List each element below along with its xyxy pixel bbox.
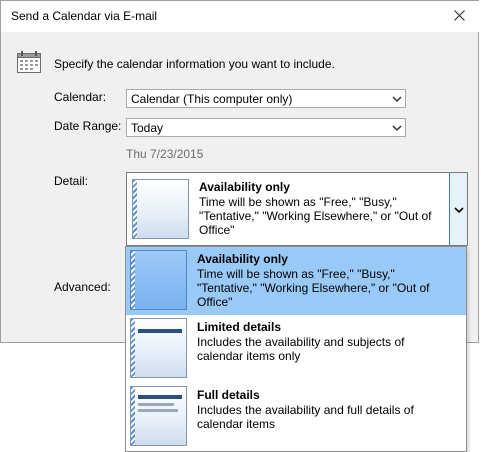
option-desc: Includes the availability and full detai…	[197, 403, 414, 431]
calendar-label: Calendar:	[54, 90, 107, 104]
availability-thumbnail	[130, 250, 187, 310]
date-range-value: Today	[131, 121, 164, 135]
title-bar: Send a Calendar via E-mail	[1, 1, 480, 32]
option-desc: Time will be shown as "Free," "Busy," "T…	[197, 267, 430, 309]
close-icon	[453, 9, 465, 21]
option-full-details[interactable]: Full details Includes the availability a…	[126, 383, 466, 451]
thumbnail-line	[138, 403, 174, 406]
chevron-down-icon	[454, 207, 464, 214]
calendar-value: Calendar (This computer only)	[131, 92, 293, 106]
full-details-thumbnail	[130, 386, 187, 446]
option-title: Limited details	[197, 320, 282, 334]
chevron-down-icon	[392, 96, 402, 103]
option-title: Full details	[197, 388, 260, 402]
detail-select[interactable]: Availability only Time will be shown as …	[126, 172, 468, 246]
detail-dropdown-button[interactable]	[449, 173, 467, 245]
thumbnail-bar	[138, 395, 182, 399]
date-range-date: Thu 7/23/2015	[126, 147, 204, 161]
detail-selected-desc: Time will be shown as "Free," "Busy," "T…	[199, 195, 432, 237]
detail-selected-title: Availability only	[199, 180, 290, 194]
intro-text: Specify the calendar information you wan…	[54, 57, 335, 71]
availability-thumbnail	[132, 179, 189, 239]
calendar-select[interactable]: Calendar (This computer only)	[126, 89, 406, 108]
calendar-icon	[17, 51, 41, 73]
thumbnail-line	[138, 409, 178, 412]
limited-details-thumbnail	[130, 318, 187, 378]
chevron-down-icon	[392, 125, 402, 132]
option-availability-only[interactable]: Availability only Time will be shown as …	[126, 247, 466, 315]
date-range-select[interactable]: Today	[126, 118, 406, 137]
option-limited-details[interactable]: Limited details Includes the availabilit…	[126, 315, 466, 383]
close-button[interactable]	[444, 3, 474, 27]
detail-dropdown-list: Availability only Time will be shown as …	[125, 246, 467, 452]
advanced-label: Advanced:	[54, 280, 111, 294]
window-title: Send a Calendar via E-mail	[11, 9, 158, 23]
thumbnail-bar	[138, 329, 182, 333]
detail-label: Detail:	[54, 174, 89, 188]
date-range-label: Date Range:	[54, 119, 122, 133]
option-title: Availability only	[197, 252, 288, 266]
option-desc: Includes the availability and subjects o…	[197, 335, 405, 363]
